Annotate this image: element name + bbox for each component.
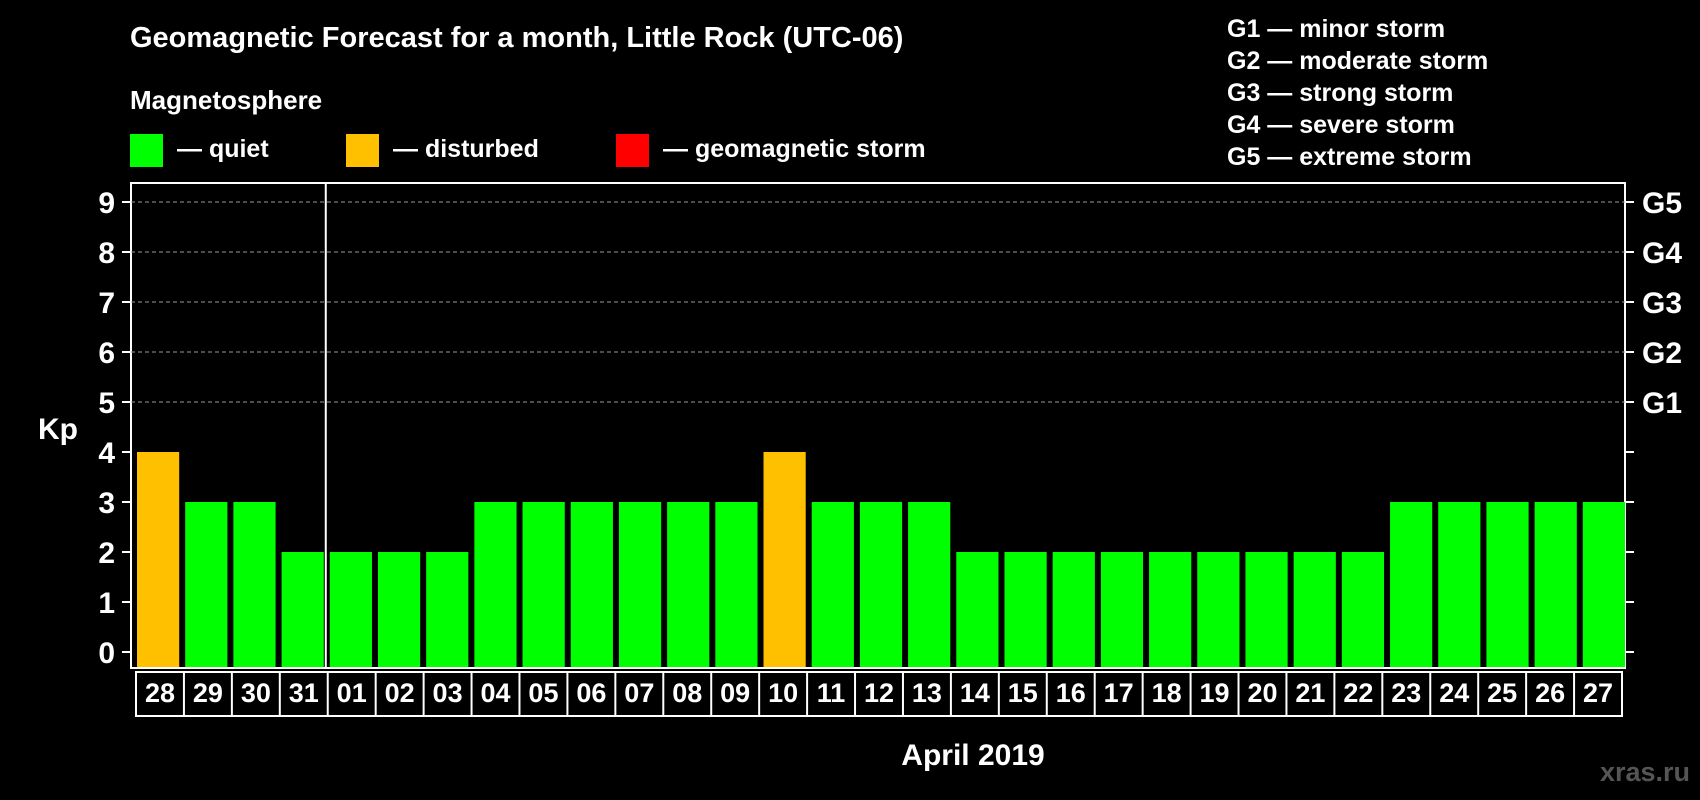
y-tick-label-6: 6 — [98, 337, 115, 370]
bar-11 — [811, 502, 854, 667]
bar-09 — [715, 502, 758, 667]
x-tick-label-05: 05 — [528, 678, 558, 708]
bar-21 — [1293, 552, 1336, 667]
legend-label-quiet: — quiet — [177, 135, 269, 163]
bar-24 — [1438, 502, 1481, 667]
y-tick-label-0: 0 — [98, 637, 115, 670]
bar-30 — [233, 502, 276, 667]
bar-29 — [185, 502, 228, 667]
x-tick-label-12: 12 — [864, 678, 894, 708]
right-axis-label-g4: G4 — [1642, 237, 1682, 270]
legend-swatch-quiet — [130, 134, 163, 167]
bar-06 — [570, 502, 613, 667]
y-tick-label-9: 9 — [98, 187, 115, 220]
right-axis-label-g3: G3 — [1642, 287, 1682, 320]
x-tick-label-06: 06 — [576, 678, 606, 708]
bar-23 — [1390, 502, 1433, 667]
legend-swatch-storm — [616, 134, 649, 167]
x-tick-label-11: 11 — [817, 678, 846, 708]
x-tick-label-13: 13 — [912, 678, 942, 708]
x-axis-label: April 2019 — [901, 739, 1044, 772]
bar-12 — [859, 502, 903, 667]
watermark: xras.ru — [1600, 757, 1690, 787]
legend: — quiet — disturbed — geomagnetic storm — [130, 134, 926, 167]
x-tick-label-26: 26 — [1535, 678, 1565, 708]
x-tick-label-14: 14 — [960, 678, 990, 708]
x-tick-label-23: 23 — [1391, 678, 1421, 708]
y-tick-label-2: 2 — [98, 537, 115, 570]
x-tick-label-19: 19 — [1200, 678, 1230, 708]
x-tick-label-17: 17 — [1104, 678, 1134, 708]
y-tick-label-5: 5 — [98, 387, 115, 420]
storm-scale-g5: G5 — extreme storm — [1227, 143, 1472, 171]
x-tick-label-24: 24 — [1439, 678, 1469, 708]
bar-15 — [1004, 552, 1047, 667]
bar-19 — [1197, 552, 1240, 667]
y-tick-label-3: 3 — [98, 487, 115, 520]
chart-title: Geomagnetic Forecast for a month, Little… — [130, 22, 903, 54]
y-tick-label-4: 4 — [98, 437, 115, 470]
legend-label-storm: — geomagnetic storm — [663, 135, 926, 163]
storm-scale-g2: G2 — moderate storm — [1227, 47, 1488, 75]
bar-31 — [281, 552, 324, 667]
bar-13 — [908, 502, 951, 667]
storm-scale-g1: G1 — minor storm — [1227, 15, 1445, 43]
legend-label-disturbed: — disturbed — [393, 135, 539, 163]
x-tick-label-09: 09 — [720, 678, 750, 708]
x-tick-label-27: 27 — [1583, 678, 1613, 708]
x-tick-label-03: 03 — [433, 678, 463, 708]
x-tick-label-28: 28 — [145, 678, 175, 708]
bar-26 — [1534, 502, 1577, 667]
y-axis-label: Kp — [38, 413, 78, 446]
storm-scale-g4: G4 — severe storm — [1227, 111, 1455, 139]
x-tick-label-16: 16 — [1056, 678, 1086, 708]
bar-16 — [1052, 552, 1095, 667]
bar-10 — [763, 452, 806, 667]
storm-scale-g3: G3 — strong storm — [1227, 79, 1453, 107]
x-tick-label-01: 01 — [337, 678, 367, 708]
bar-20 — [1245, 552, 1288, 667]
x-tick-label-31: 31 — [289, 678, 319, 708]
right-axis-label-g1: G1 — [1642, 387, 1682, 420]
x-tick-label-15: 15 — [1008, 678, 1038, 708]
legend-swatch-disturbed — [346, 134, 379, 167]
y-tick-label-1: 1 — [98, 587, 115, 620]
y-tick-label-7: 7 — [98, 287, 115, 320]
bar-27 — [1582, 502, 1625, 667]
bar-22 — [1341, 552, 1385, 667]
magnetosphere-label: Magnetosphere — [130, 85, 322, 115]
bar-01 — [329, 552, 372, 667]
x-tick-label-07: 07 — [624, 678, 654, 708]
x-tick-label-29: 29 — [193, 678, 223, 708]
right-axis-label-g2: G2 — [1642, 337, 1682, 370]
bar-03 — [426, 552, 469, 667]
x-tick-label-20: 20 — [1247, 678, 1277, 708]
x-tick-label-10: 10 — [768, 678, 798, 708]
right-axis-label-g5: G5 — [1642, 187, 1682, 220]
x-tick-label-25: 25 — [1487, 678, 1517, 708]
bar-17 — [1100, 552, 1144, 667]
bar-04 — [474, 502, 517, 667]
geomagnetic-forecast-chart: Geomagnetic Forecast for a month, Little… — [0, 0, 1700, 800]
x-tick-label-02: 02 — [385, 678, 415, 708]
x-tick-label-04: 04 — [480, 678, 510, 708]
x-tick-label-22: 22 — [1343, 678, 1373, 708]
bar-07 — [618, 502, 662, 667]
bar-18 — [1149, 552, 1192, 667]
x-tick-label-30: 30 — [241, 678, 271, 708]
bar-08 — [667, 502, 710, 667]
bar-28 — [137, 452, 180, 667]
x-tick-label-08: 08 — [672, 678, 702, 708]
bar-02 — [377, 552, 421, 667]
bar-05 — [522, 502, 565, 667]
bar-25 — [1486, 502, 1529, 667]
bar-14 — [956, 552, 999, 667]
x-tick-label-21: 21 — [1295, 678, 1325, 708]
y-tick-label-8: 8 — [98, 237, 115, 270]
x-tick-label-18: 18 — [1152, 678, 1182, 708]
